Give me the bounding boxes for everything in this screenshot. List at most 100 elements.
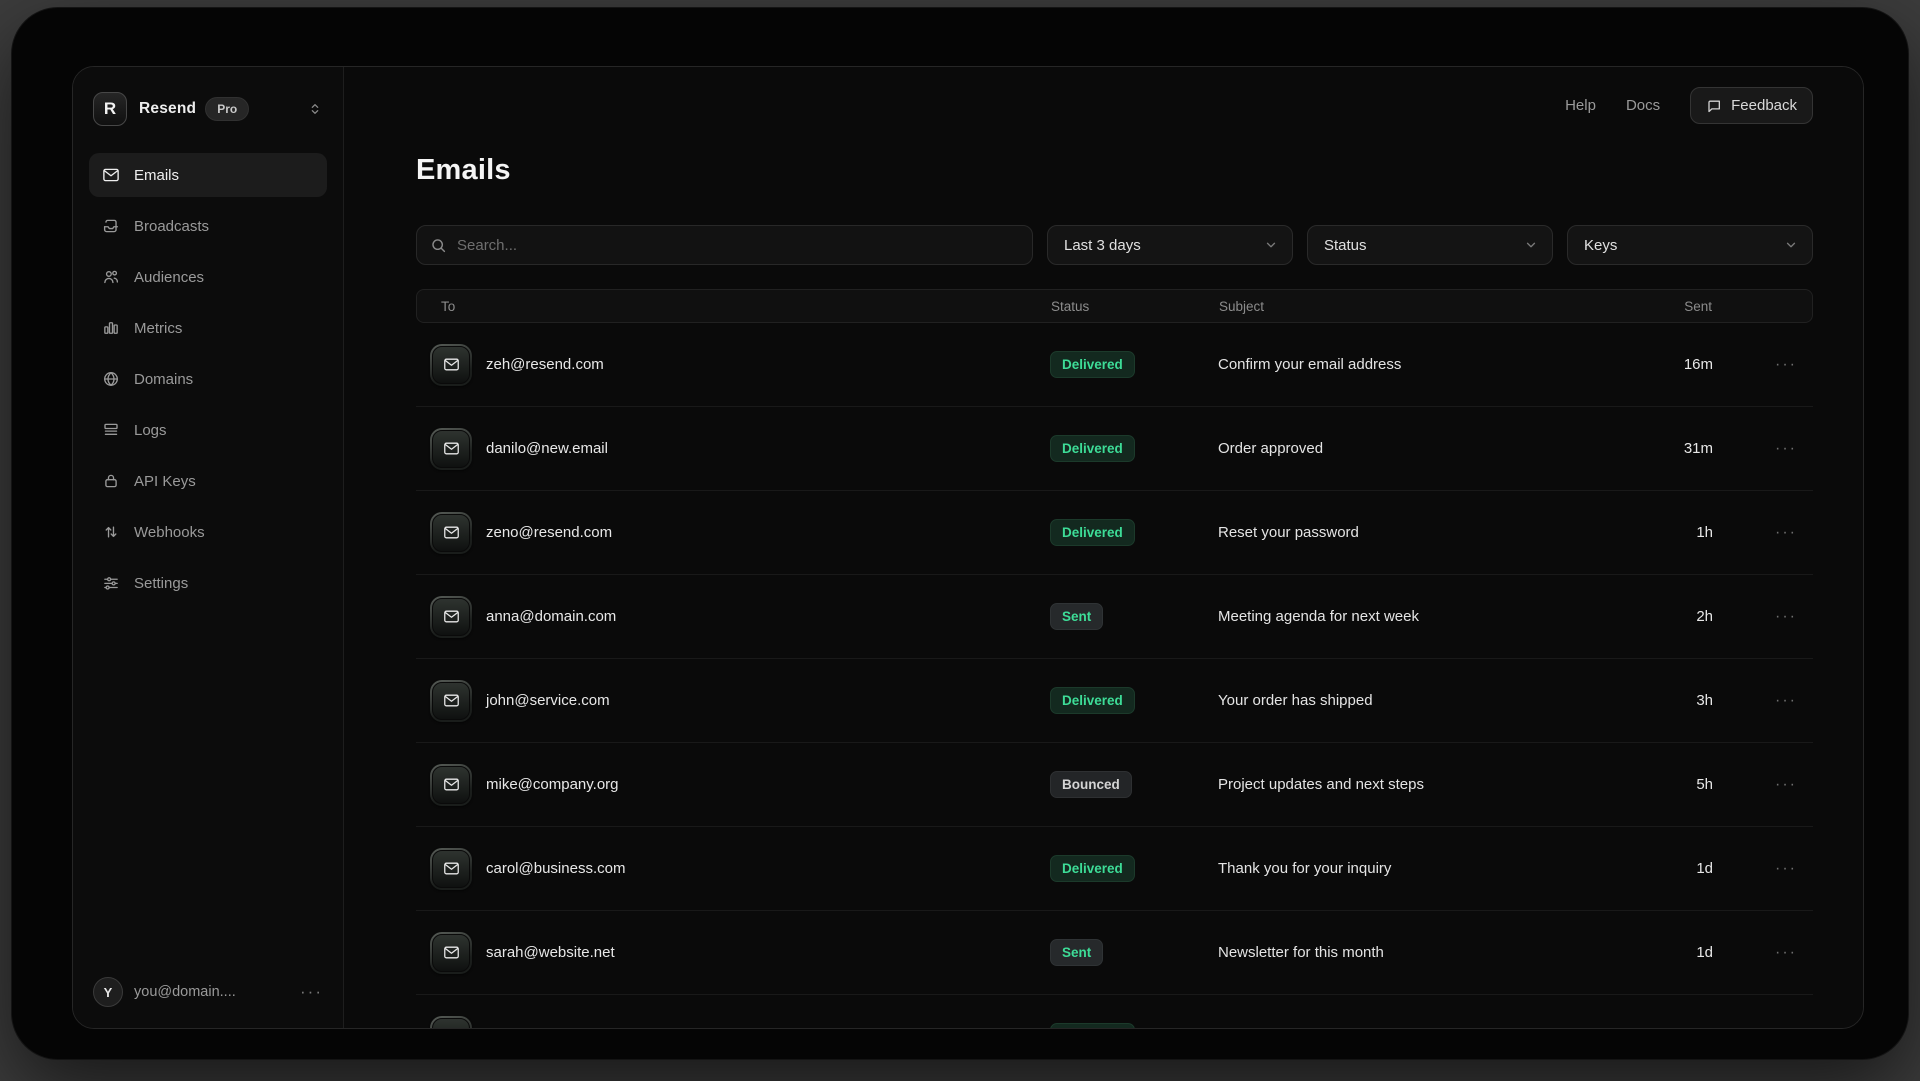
lock-icon [102, 472, 120, 490]
email-subject: Meeting agenda for next week [1218, 608, 1633, 625]
metrics-icon [102, 319, 120, 337]
envelope-icon [443, 776, 460, 793]
email-subject: Reset your password [1218, 524, 1633, 541]
status-badge: Delivered [1050, 1023, 1135, 1029]
tray-icon [102, 217, 120, 235]
search-icon [430, 237, 447, 254]
resend-app: R Resend Pro Emails Broadcasts Audiences… [72, 66, 1864, 1029]
sidebar-item-domains[interactable]: Domains [89, 357, 327, 401]
sidebar-item-logs[interactable]: Logs [89, 408, 327, 452]
row-menu-icon[interactable]: ··· [1713, 608, 1813, 626]
table-row[interactable]: zeh@resend.com Delivered Confirm your em… [416, 323, 1813, 407]
row-menu-icon[interactable]: ··· [1713, 692, 1813, 710]
search-input[interactable] [457, 237, 1019, 254]
column-to: To [441, 299, 1051, 314]
table-row[interactable]: Delivered [416, 995, 1813, 1029]
window-frame: R Resend Pro Emails Broadcasts Audiences… [12, 8, 1908, 1059]
emails-table: To Status Subject Sent zeh@resend.com De… [416, 289, 1813, 1029]
sidebar-item-api-keys[interactable]: API Keys [89, 459, 327, 503]
recipient-email: john@service.com [486, 692, 1050, 709]
logs-icon [102, 421, 120, 439]
status-value: Status [1324, 237, 1367, 254]
date-range-value: Last 3 days [1064, 237, 1141, 254]
email-tile-icon [430, 1016, 472, 1030]
email-subject: Thank you for your inquiry [1218, 860, 1633, 877]
row-menu-icon[interactable]: ··· [1713, 776, 1813, 794]
email-tile-icon [430, 596, 472, 638]
table-row[interactable]: zeno@resend.com Delivered Reset your pas… [416, 491, 1813, 575]
envelope-icon [443, 440, 460, 457]
sent-time: 2h [1633, 608, 1713, 625]
user-account-row[interactable]: Y you@domain.... ··· [89, 974, 327, 1010]
help-link[interactable]: Help [1565, 97, 1596, 114]
envelope-icon [443, 860, 460, 877]
table-row[interactable]: sarah@website.net Sent Newsletter for th… [416, 911, 1813, 995]
select-chevrons-icon[interactable] [307, 101, 323, 117]
sent-time: 31m [1633, 440, 1713, 457]
row-menu-icon[interactable]: ··· [1713, 524, 1813, 542]
avatar: Y [93, 977, 123, 1007]
status-dropdown[interactable]: Status [1307, 225, 1553, 265]
column-status: Status [1051, 299, 1219, 314]
feedback-label: Feedback [1731, 97, 1797, 114]
top-bar: Help Docs Feedback [416, 87, 1813, 124]
search-box [416, 225, 1033, 265]
sidebar: R Resend Pro Emails Broadcasts Audiences… [73, 67, 344, 1028]
status-badge: Delivered [1050, 435, 1135, 462]
email-tile-icon [430, 428, 472, 470]
feedback-button[interactable]: Feedback [1690, 87, 1813, 124]
recipient-email: zeno@resend.com [486, 524, 1050, 541]
docs-link[interactable]: Docs [1626, 97, 1660, 114]
email-tile-icon [430, 344, 472, 386]
sent-time: 1d [1633, 860, 1713, 877]
sidebar-item-webhooks[interactable]: Webhooks [89, 510, 327, 554]
table-row[interactable]: danilo@new.email Delivered Order approve… [416, 407, 1813, 491]
email-subject: Your order has shipped [1218, 692, 1633, 709]
recipient-email: anna@domain.com [486, 608, 1050, 625]
mail-icon [102, 166, 120, 184]
table-row[interactable]: anna@domain.com Sent Meeting agenda for … [416, 575, 1813, 659]
email-tile-icon [430, 848, 472, 890]
plan-badge: Pro [205, 97, 249, 121]
user-menu-icon[interactable]: ··· [300, 982, 323, 1002]
email-tile-icon [430, 512, 472, 554]
row-menu-icon[interactable]: ··· [1713, 440, 1813, 458]
status-badge: Delivered [1050, 855, 1135, 882]
date-range-dropdown[interactable]: Last 3 days [1047, 225, 1293, 265]
row-menu-icon[interactable]: ··· [1713, 860, 1813, 878]
users-icon [102, 268, 120, 286]
sidebar-item-settings[interactable]: Settings [89, 561, 327, 605]
chevron-down-icon [1264, 238, 1278, 252]
sidebar-item-audiences[interactable]: Audiences [89, 255, 327, 299]
brand-name: Resend [139, 100, 196, 118]
email-tile-icon [430, 680, 472, 722]
email-subject: Order approved [1218, 440, 1633, 457]
sidebar-item-emails[interactable]: Emails [89, 153, 327, 197]
sidebar-nav: Emails Broadcasts Audiences Metrics Doma… [89, 153, 327, 612]
email-tile-icon [430, 764, 472, 806]
table-row[interactable]: carol@business.com Delivered Thank you f… [416, 827, 1813, 911]
sidebar-item-metrics[interactable]: Metrics [89, 306, 327, 350]
email-subject: Project updates and next steps [1218, 776, 1633, 793]
feedback-bubble-icon [1706, 98, 1722, 114]
row-menu-icon[interactable]: ··· [1713, 944, 1813, 962]
recipient-email: sarah@website.net [486, 944, 1050, 961]
main-content: Help Docs Feedback Emails Last 3 days [344, 67, 1863, 1028]
sent-time: 1h [1633, 524, 1713, 541]
recipient-email: danilo@new.email [486, 440, 1050, 457]
sidebar-spacer [89, 612, 327, 974]
table-row[interactable]: mike@company.org Bounced Project updates… [416, 743, 1813, 827]
email-tile-icon [430, 932, 472, 974]
sidebar-item-broadcasts[interactable]: Broadcasts [89, 204, 327, 248]
chevron-down-icon [1784, 238, 1798, 252]
workspace-switcher[interactable]: R Resend Pro [93, 89, 323, 129]
sent-time: 3h [1633, 692, 1713, 709]
column-sent: Sent [1632, 299, 1712, 314]
row-menu-icon[interactable]: ··· [1713, 356, 1813, 374]
keys-dropdown[interactable]: Keys [1567, 225, 1813, 265]
table-body: zeh@resend.com Delivered Confirm your em… [416, 323, 1813, 1029]
status-badge: Delivered [1050, 351, 1135, 378]
column-subject: Subject [1219, 299, 1632, 314]
table-row[interactable]: john@service.com Delivered Your order ha… [416, 659, 1813, 743]
table-header: To Status Subject Sent [416, 289, 1813, 323]
